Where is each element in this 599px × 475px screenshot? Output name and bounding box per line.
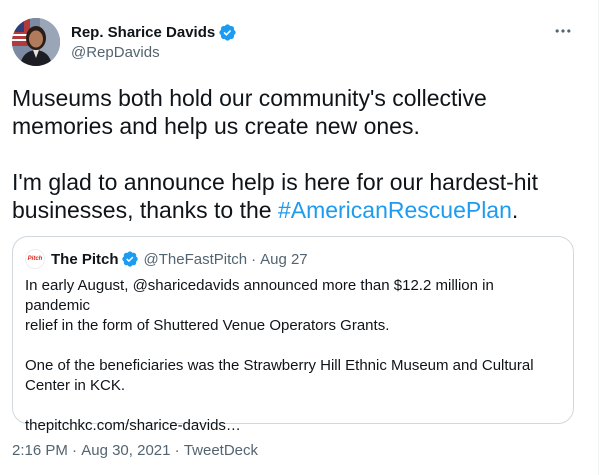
author-name-row[interactable]: Rep. Sharice Davids — [71, 22, 237, 42]
tweet-date[interactable]: Aug 30, 2021 — [81, 442, 170, 459]
quoted-tweet-text: In early August, @sharicedavids announce… — [25, 277, 534, 434]
tweet-text: Museums both hold our community's collec… — [12, 84, 582, 224]
author-block[interactable]: Rep. Sharice Davids @RepDavids — [71, 22, 237, 61]
author-handle[interactable]: @RepDavids — [71, 44, 237, 61]
meta-separator: · — [170, 442, 184, 459]
quoted-tweet[interactable]: Pitch The Pitch @TheFastPitch · Aug 27 I… — [12, 236, 574, 434]
quoted-avatar[interactable]: Pitch — [25, 249, 45, 269]
verified-badge-icon — [219, 23, 236, 41]
quoted-tweet-header[interactable]: Pitch The Pitch @TheFastPitch · Aug 27 — [25, 249, 308, 269]
tweet-metadata: 2:16 PM · Aug 30, 2021 · TweetDeck — [12, 442, 258, 459]
avatar[interactable] — [12, 18, 60, 66]
more-options-button[interactable] — [552, 20, 574, 42]
verified-badge-icon — [121, 251, 138, 267]
quoted-avatar-logo: Pitch — [27, 256, 43, 262]
more-options-icon — [555, 29, 571, 33]
meta-separator: · — [67, 442, 82, 459]
author-display-name[interactable]: Rep. Sharice Davids — [71, 24, 215, 41]
tweet-time[interactable]: 2:16 PM — [12, 442, 68, 459]
tweet[interactable]: Rep. Sharice Davids @RepDavids Museums b… — [0, 0, 598, 475]
tweet-source[interactable]: TweetDeck — [184, 442, 258, 459]
quoted-handle[interactable]: @TheFastPitch — [144, 251, 248, 268]
avatar-photo — [12, 18, 60, 66]
hashtag-link[interactable]: #AmericanRescuePlan — [278, 197, 512, 223]
quoted-date[interactable]: Aug 27 — [260, 251, 308, 268]
quoted-separator: · — [251, 250, 257, 268]
quoted-display-name[interactable]: The Pitch — [51, 251, 119, 268]
tweet-text-end: . — [511, 197, 519, 223]
